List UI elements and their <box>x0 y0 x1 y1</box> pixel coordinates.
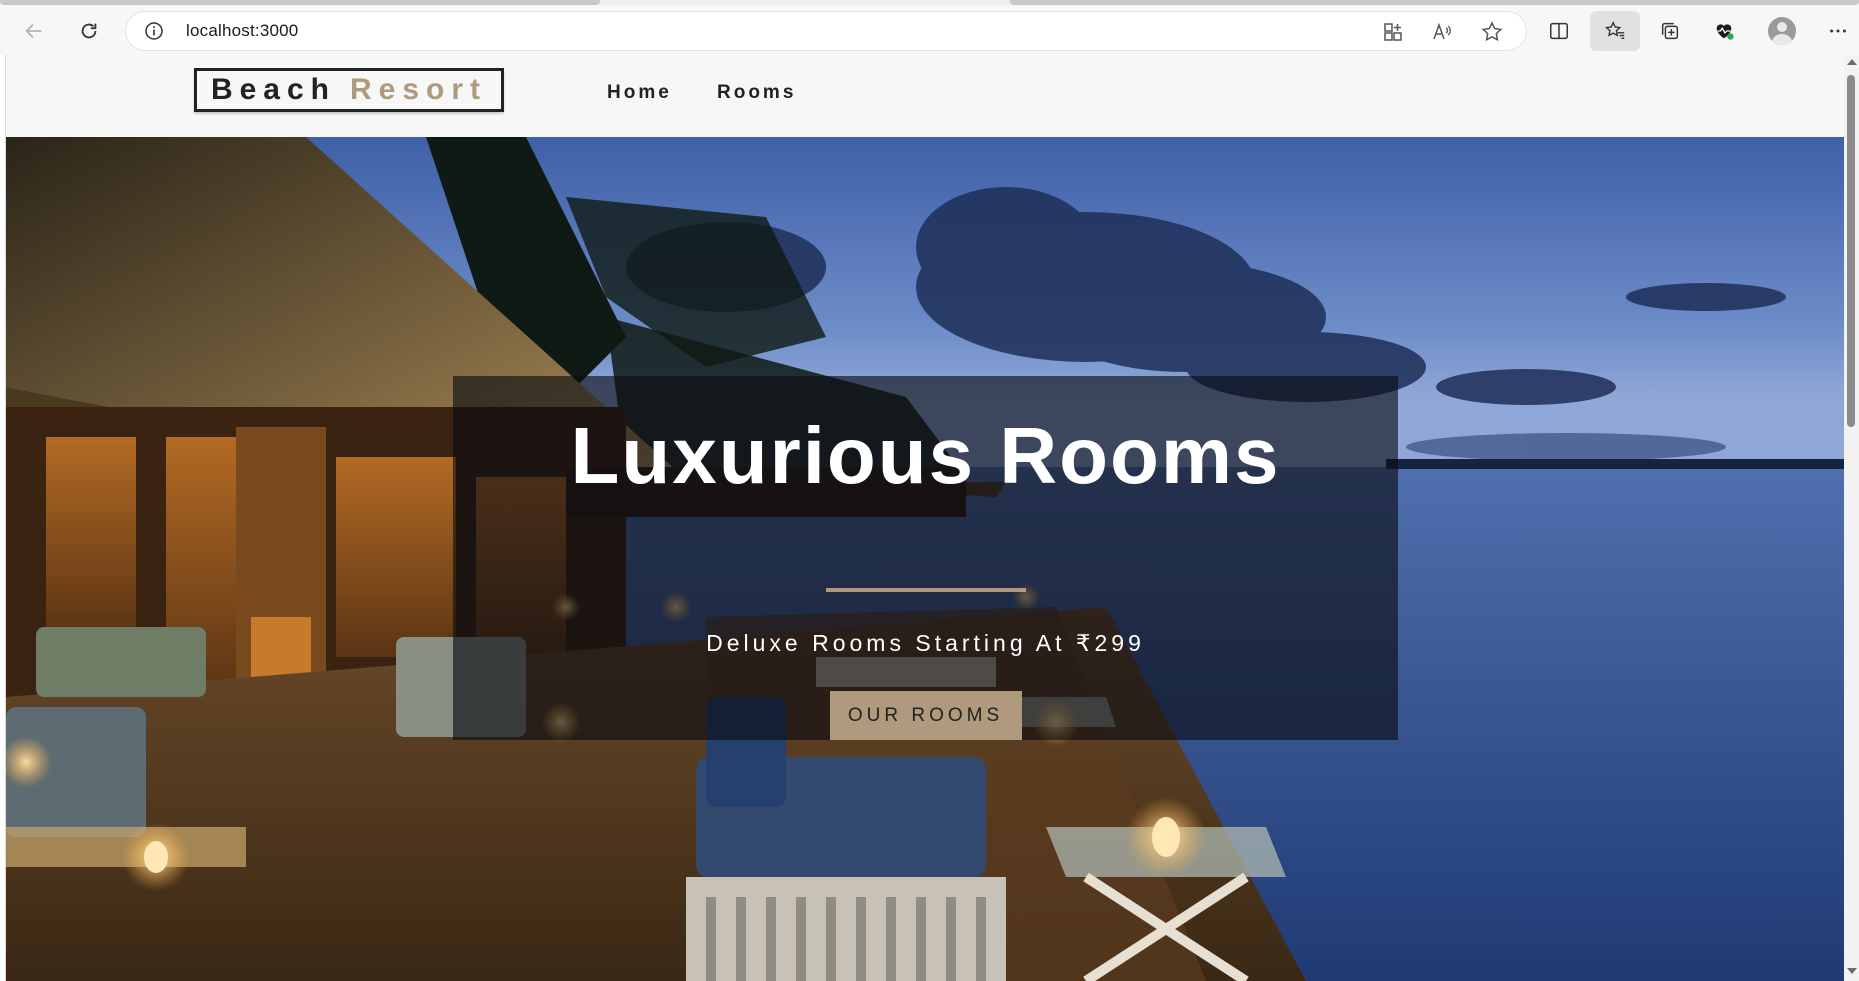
more-icon <box>1830 29 1846 33</box>
page-viewport: Beach Resort Home Rooms Luxurious Rooms … <box>5 55 1845 981</box>
our-rooms-button[interactable]: OUR ROOMS <box>829 691 1022 740</box>
scroll-thumb[interactable] <box>1847 75 1855 427</box>
split-screen-button[interactable] <box>1541 13 1577 49</box>
refresh-icon <box>81 23 97 39</box>
profile-button[interactable] <box>1764 13 1800 49</box>
browser-toolbar: localhost:3000 <box>0 5 1859 55</box>
back-button[interactable] <box>16 13 52 49</box>
favorites-button[interactable] <box>1590 11 1640 51</box>
page-scrollbar[interactable] <box>1844 55 1859 981</box>
address-bar[interactable]: localhost:3000 <box>126 12 1526 50</box>
more-button[interactable] <box>1820 13 1856 49</box>
health-icon <box>1716 24 1734 40</box>
grid-icon[interactable] <box>1381 20 1405 44</box>
health-button[interactable] <box>1706 13 1742 49</box>
hero-section: Luxurious Rooms Deluxe Rooms Starting At… <box>6 137 1845 981</box>
title-divider <box>825 587 1026 593</box>
collections-button[interactable] <box>1652 13 1688 49</box>
logo-word-resort: Resort <box>350 73 488 106</box>
read-aloud-icon[interactable] <box>1430 20 1454 44</box>
star-icon[interactable] <box>1480 20 1504 44</box>
hero-subtitle: Deluxe Rooms Starting At ₹299 <box>706 630 1145 657</box>
refresh-button[interactable] <box>71 13 107 49</box>
url-text[interactable]: localhost:3000 <box>186 21 298 41</box>
hero-title: Luxurious Rooms <box>570 411 1281 500</box>
profile-icon <box>1768 17 1796 45</box>
scroll-down-arrow-icon[interactable] <box>1847 968 1857 974</box>
scroll-up-arrow-icon[interactable] <box>1847 59 1857 65</box>
hero-banner: Luxurious Rooms Deluxe Rooms Starting At… <box>453 376 1398 740</box>
logo-word-beach: Beach <box>210 73 336 106</box>
split-screen-icon <box>1550 22 1568 40</box>
nav-link-rooms[interactable]: Rooms <box>717 82 796 104</box>
collections-icon <box>1661 22 1679 40</box>
site-logo[interactable]: Beach Resort <box>194 68 504 112</box>
info-icon[interactable] <box>144 21 164 41</box>
nav-link-home[interactable]: Home <box>607 82 672 104</box>
favorites-icon <box>1605 21 1625 40</box>
site-navbar: Beach Resort Home Rooms <box>6 55 1845 138</box>
back-arrow-icon <box>25 23 42 39</box>
